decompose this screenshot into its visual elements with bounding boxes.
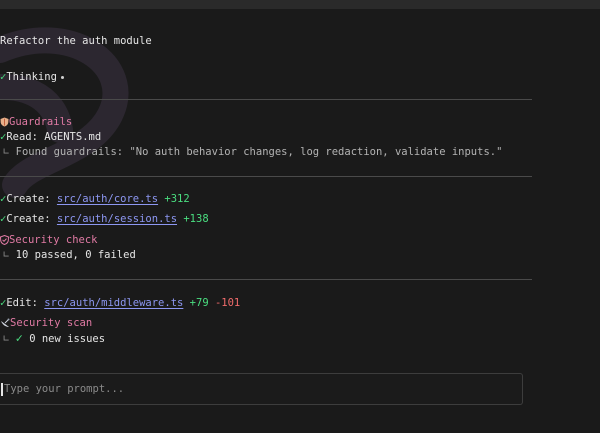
divider bbox=[0, 176, 532, 177]
guardrails-found-text: Found guardrails: "No auth behavior chan… bbox=[15, 146, 503, 158]
security-check-result-row: ∟ 10 passed, 0 failed bbox=[3, 248, 136, 262]
create-row: ✓Create: src/auth/core.ts +312 bbox=[0, 192, 190, 206]
read-file: AGENTS.md bbox=[44, 131, 102, 143]
prompt-input[interactable] bbox=[4, 374, 514, 404]
create-label: Create: bbox=[6, 213, 51, 225]
lines-removed: -101 bbox=[214, 297, 241, 309]
file-link[interactable]: src/auth/core.ts bbox=[57, 193, 158, 205]
thinking-row[interactable]: ✓Thinking bbox=[0, 70, 64, 84]
create-label: Create: bbox=[6, 193, 51, 205]
guardrails-title: Guardrails bbox=[9, 116, 73, 128]
tree-branch-icon: ∟ bbox=[3, 146, 10, 158]
lines-added: +79 bbox=[189, 297, 209, 309]
file-link[interactable]: src/auth/middleware.ts bbox=[44, 297, 183, 309]
window-top-bar bbox=[0, 0, 600, 9]
security-check-header: Security check bbox=[0, 233, 98, 247]
security-check-result: 10 passed, 0 failed bbox=[15, 249, 136, 261]
security-scan-result: 0 new issues bbox=[29, 333, 106, 345]
security-scan-header: Security scan bbox=[0, 316, 92, 330]
user-message: Refactor the auth module bbox=[0, 35, 152, 47]
read-label: Read: bbox=[6, 131, 38, 143]
text-caret bbox=[1, 383, 3, 396]
read-row[interactable]: ✓Read: AGENTS.md bbox=[0, 130, 101, 144]
lines-added: +138 bbox=[183, 213, 209, 225]
thinking-label: Thinking bbox=[6, 71, 57, 83]
tree-branch-icon: ∟ bbox=[3, 333, 10, 345]
guardrails-header: Guardrails bbox=[0, 115, 72, 129]
security-scan-result-row: ∟ ✓ 0 new issues bbox=[3, 331, 105, 346]
thinking-dot-icon bbox=[60, 75, 64, 79]
shield-check-icon bbox=[0, 235, 9, 245]
security-scan-title: Security scan bbox=[10, 317, 93, 329]
security-check-title: Security check bbox=[9, 234, 98, 246]
check-icon: ✓ bbox=[15, 331, 23, 345]
lines-added: +312 bbox=[164, 193, 190, 205]
divider bbox=[0, 279, 532, 280]
prompt-box[interactable] bbox=[0, 373, 523, 405]
guardrails-found-row: ∟ Found guardrails: "No auth behavior ch… bbox=[3, 145, 502, 159]
edit-label: Edit: bbox=[6, 297, 38, 309]
satellite-dish-icon bbox=[1, 318, 10, 327]
tree-branch-icon: ∟ bbox=[3, 249, 10, 261]
shield-icon bbox=[0, 117, 9, 127]
edit-row: ✓Edit: src/auth/middleware.ts +79 -101 bbox=[0, 296, 240, 310]
file-link[interactable]: src/auth/session.ts bbox=[57, 213, 177, 225]
create-row: ✓Create: src/auth/session.ts +138 bbox=[0, 212, 209, 226]
divider bbox=[0, 99, 532, 100]
